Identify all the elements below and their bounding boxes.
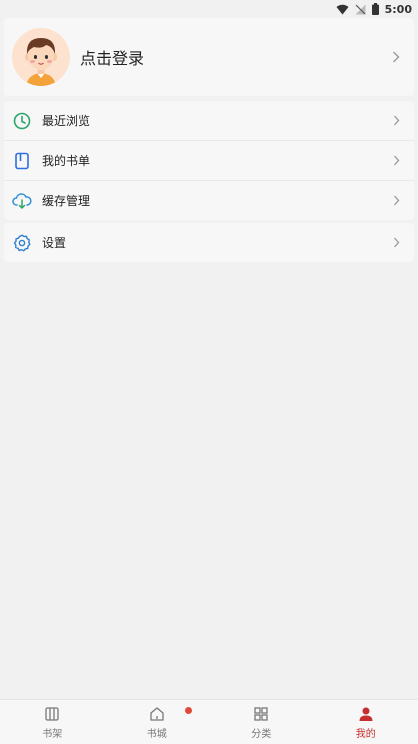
avatar-icon[interactable] <box>12 28 70 86</box>
bottom-tab-bar: 书架 书城 分类 我的 <box>0 699 418 744</box>
clock-icon <box>12 111 32 131</box>
tab-bookshelf[interactable]: 书架 <box>0 700 105 744</box>
menu-item-recent[interactable]: 最近浏览 <box>4 101 414 140</box>
menu-item-cache[interactable]: 缓存管理 <box>4 180 414 220</box>
chevron-right-icon <box>388 235 404 251</box>
menu-item-settings[interactable]: 设置 <box>4 223 414 262</box>
tab-bookstore[interactable]: 书城 <box>105 700 210 744</box>
tab-label: 书架 <box>42 728 63 740</box>
chevron-right-icon <box>388 153 404 169</box>
login-card[interactable]: 点击登录 <box>4 18 414 96</box>
battery-icon <box>371 3 379 15</box>
book-icon <box>12 151 32 171</box>
menu-item-label: 最近浏览 <box>42 114 91 128</box>
person-icon <box>357 705 375 723</box>
grid-icon <box>252 705 270 723</box>
notification-dot <box>184 707 192 714</box>
menu-item-label: 缓存管理 <box>42 194 91 208</box>
status-time: 5:00 <box>384 2 412 16</box>
chevron-right-icon <box>388 113 404 129</box>
menu-item-label: 设置 <box>42 236 67 250</box>
chevron-right-icon <box>388 193 404 209</box>
tab-label: 分类 <box>251 728 272 740</box>
login-label[interactable]: 点击登录 <box>80 45 388 69</box>
menu-group: 设置 <box>4 223 414 262</box>
home-icon <box>148 705 166 723</box>
cloud-download-icon <box>12 191 32 211</box>
tab-mine[interactable]: 我的 <box>314 700 418 744</box>
status-bar: 5:00 <box>0 0 418 18</box>
bookshelf-icon <box>43 705 61 723</box>
menu-item-label: 我的书单 <box>42 154 91 168</box>
wifi-icon <box>336 4 349 15</box>
tab-label: 书城 <box>146 728 167 740</box>
tab-label: 我的 <box>355 728 376 740</box>
gear-icon <box>12 233 32 253</box>
menu-item-booklist[interactable]: 我的书单 <box>4 140 414 180</box>
menu-group: 最近浏览 我的书单 缓存管理 <box>4 101 414 220</box>
signal-off-icon <box>355 4 366 15</box>
tab-category[interactable]: 分类 <box>209 700 314 744</box>
chevron-right-icon <box>388 49 404 65</box>
